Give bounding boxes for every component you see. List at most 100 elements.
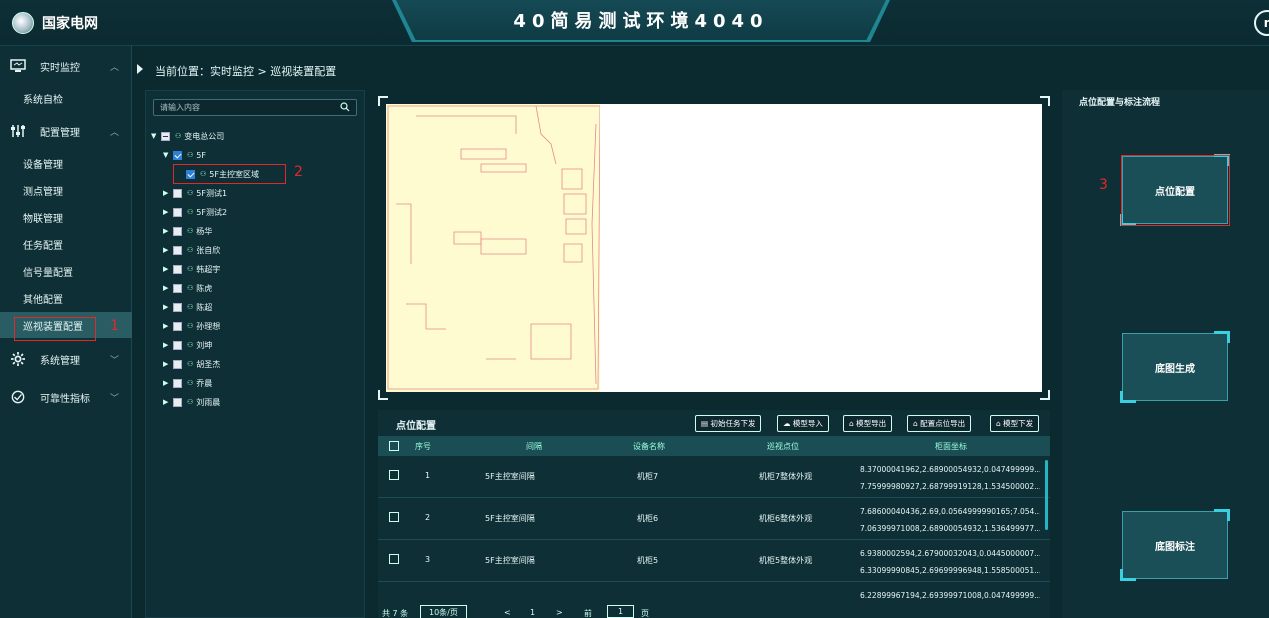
tree-checkbox[interactable] xyxy=(173,207,182,217)
caret-right-icon[interactable]: ▶ xyxy=(163,227,173,235)
caret-right-icon[interactable]: ▶ xyxy=(163,322,173,330)
corner-accent xyxy=(1214,331,1230,343)
tree-checkbox[interactable] xyxy=(173,150,182,160)
model-import-button[interactable]: ☁ 模型导入 xyxy=(777,415,829,432)
caret-right-icon[interactable]: ▶ xyxy=(163,398,173,406)
chevron-up-icon: ︿ xyxy=(110,62,120,73)
tree-checkbox[interactable] xyxy=(173,321,182,331)
sidebar-item-other-config[interactable]: 其他配置 xyxy=(0,285,132,311)
caret-right-icon[interactable]: ▶ xyxy=(163,284,173,292)
table-row[interactable]: 1 5F主控室间隔 机柜7 机柜7整体外观 8.37000041962,2.68… xyxy=(378,456,1050,498)
tree-node[interactable]: ▶ ⚇ 5F测试2 xyxy=(163,204,227,220)
search-icon[interactable] xyxy=(340,102,350,112)
tree-node[interactable]: ▶ ⚇ 乔晨 xyxy=(163,375,212,391)
tree-node[interactable]: ▶ ⚇ 张自欣 xyxy=(163,242,220,258)
pager-total: 共 7 条 xyxy=(382,609,409,618)
floor-map-canvas[interactable] xyxy=(386,104,1042,392)
node-icon: ⚇ xyxy=(187,265,194,273)
tree-checkbox[interactable] xyxy=(173,340,182,350)
cell-no: 2 xyxy=(425,513,431,522)
tree-checkbox[interactable] xyxy=(173,378,182,388)
caret-right-icon[interactable]: ▶ xyxy=(163,246,173,254)
tree-node[interactable]: ▶ ⚇ 孙理想 xyxy=(163,318,220,334)
sidebar-item-measure-point[interactable]: 测点管理 xyxy=(0,177,132,203)
caret-right-icon[interactable]: ▶ xyxy=(163,379,173,387)
model-dispatch-button[interactable]: ⌂ 模型下发 xyxy=(990,415,1040,432)
tree-node[interactable]: ▶ ⚇ 胡圣杰 xyxy=(163,356,220,372)
tree-node-label: 乔晨 xyxy=(196,378,213,388)
sidebar-toggle-icon[interactable] xyxy=(136,64,144,74)
point-config-export-button[interactable]: ⌂ 配置点位导出 xyxy=(907,415,972,432)
tree-checkbox[interactable] xyxy=(173,302,182,312)
node-icon: ⚇ xyxy=(187,303,194,311)
sidebar-item-iot[interactable]: 物联管理 xyxy=(0,204,132,230)
logo-text: 国家电网 xyxy=(42,16,98,32)
initial-task-dispatch-button[interactable]: ▤ 初始任务下发 xyxy=(695,415,762,432)
sidebar-group-realtime[interactable]: 实时监控 ︿ xyxy=(0,53,132,79)
node-icon: ⚇ xyxy=(187,189,194,197)
row-checkbox[interactable] xyxy=(389,470,399,480)
cell-point: 机柜7整体外观 xyxy=(759,472,813,481)
tree-checkbox[interactable] xyxy=(173,245,182,255)
row-checkbox[interactable] xyxy=(389,554,399,564)
chevron-up-icon: ︿ xyxy=(110,127,120,138)
corner-accent xyxy=(1214,509,1230,521)
model-export-button[interactable]: ⌂ 模型导出 xyxy=(843,415,893,432)
button-label: 配置点位导出 xyxy=(920,419,966,428)
caret-right-icon[interactable]: ▶ xyxy=(163,341,173,349)
search-input[interactable] xyxy=(154,100,334,115)
node-icon: ⚇ xyxy=(187,360,194,368)
tree-checkbox[interactable] xyxy=(173,397,182,407)
next-page-button[interactable]: > xyxy=(556,608,563,617)
caret-down-icon[interactable]: ▼ xyxy=(151,132,161,140)
caret-right-icon[interactable]: ▶ xyxy=(163,360,173,368)
caret-right-icon[interactable]: ▶ xyxy=(163,208,173,216)
tree-checkbox[interactable] xyxy=(173,359,182,369)
tree-node[interactable]: ▶ ⚇ 5F测试1 xyxy=(163,185,227,201)
page-size-select[interactable]: 10条/页 xyxy=(420,605,467,618)
floor-plan-lines xyxy=(387,105,600,390)
table-row[interactable]: 6.22899967194,2.69399971008,0.047499999.… xyxy=(378,582,1050,618)
caret-right-icon[interactable]: ▶ xyxy=(163,303,173,311)
sidebar-group-config[interactable]: 配置管理 ︿ xyxy=(0,118,132,144)
tree-node[interactable]: ▶ ⚇ 刘坤 xyxy=(163,337,212,353)
tree-node-5f[interactable]: ▼ ⚇ 5F xyxy=(163,147,206,163)
sidebar-item-task-config[interactable]: 任务配置 xyxy=(0,231,132,257)
button-label: 模型导入 xyxy=(792,419,823,428)
base-map-annotate-button[interactable]: 底图标注 xyxy=(1120,509,1230,581)
goto-page-input[interactable]: 1 xyxy=(607,605,635,618)
table-row[interactable]: 3 5F主控室间隔 机柜5 机柜5整体外观 6.9380002594,2.679… xyxy=(378,540,1050,582)
tree-checkbox[interactable] xyxy=(173,226,182,236)
annotation-number-2: 2 xyxy=(294,164,303,180)
caret-right-icon[interactable]: ▶ xyxy=(163,265,173,273)
tree-checkbox[interactable] xyxy=(173,188,182,198)
tree-checkbox[interactable] xyxy=(173,264,182,274)
prev-page-button[interactable]: < xyxy=(504,608,511,617)
sidebar-item-self-check[interactable]: 系统自检 xyxy=(0,85,132,111)
current-page[interactable]: 1 xyxy=(530,608,535,617)
tree-node[interactable]: ▶ ⚇ 杨华 xyxy=(163,223,212,239)
sidebar-item-device[interactable]: 设备管理 xyxy=(0,150,132,176)
avatar[interactable]: n xyxy=(1254,10,1269,36)
tree-checkbox[interactable] xyxy=(161,131,170,141)
base-map-generate-button[interactable]: 底图生成 xyxy=(1120,331,1230,403)
tree-node[interactable]: ▶ ⚇ 韩超宇 xyxy=(163,261,220,277)
sidebar-item-signal-config[interactable]: 信号量配置 xyxy=(0,258,132,284)
cell-no: 1 xyxy=(425,471,431,480)
table-scrollbar[interactable] xyxy=(1045,460,1048,530)
sidebar-group-reliability[interactable]: 可靠性指标 ﹀ xyxy=(0,384,132,410)
col-header: 间隔 xyxy=(526,442,542,451)
tree-node[interactable]: ▶ ⚇ 陈虎 xyxy=(163,280,212,296)
tree-node[interactable]: ▶ ⚇ 刘雨晨 xyxy=(163,394,220,410)
annotation-box-3 xyxy=(1121,155,1230,226)
goto-label: 前往 xyxy=(584,609,592,618)
tree-node-root[interactable]: ▼ ⚇ 变电总公司 xyxy=(151,128,224,144)
caret-right-icon[interactable]: ▶ xyxy=(163,189,173,197)
tree-checkbox[interactable] xyxy=(173,283,182,293)
caret-down-icon[interactable]: ▼ xyxy=(163,151,173,159)
select-all-checkbox[interactable] xyxy=(389,441,399,451)
sidebar-group-system[interactable]: 系统管理 ﹀ xyxy=(0,346,132,372)
tree-node[interactable]: ▶ ⚇ 陈超 xyxy=(163,299,212,315)
row-checkbox[interactable] xyxy=(389,512,399,522)
table-row[interactable]: 2 5F主控室间隔 机柜6 机柜6整体外观 7.68600040436,2.69… xyxy=(378,498,1050,540)
